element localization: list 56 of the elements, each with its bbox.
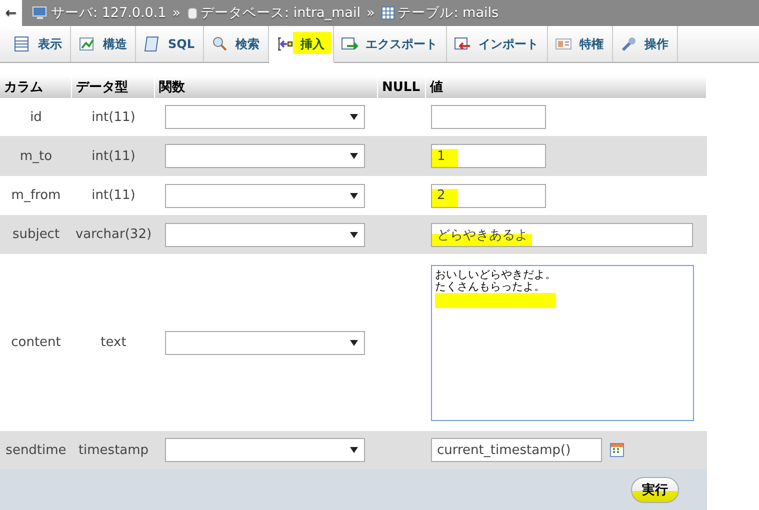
column-name: m_from bbox=[10, 188, 62, 203]
function-select[interactable] bbox=[165, 438, 365, 462]
table-icon bbox=[13, 36, 31, 52]
function-select[interactable] bbox=[165, 144, 365, 168]
function-select[interactable] bbox=[165, 222, 365, 246]
tab[interactable]: 構造 bbox=[71, 26, 136, 62]
dropdown-arrow-icon bbox=[350, 340, 358, 346]
tab[interactable]: 表示 bbox=[6, 26, 71, 62]
value-textarea[interactable]: おいしいどらやきだよ。 たくさんもらったよ。 bbox=[431, 264, 694, 420]
id-card-icon bbox=[554, 36, 572, 52]
data-type: varchar(32) bbox=[74, 227, 153, 242]
tab[interactable]: エクスポート bbox=[334, 26, 446, 62]
breadcrumb-link[interactable]: テーブル: mails bbox=[398, 4, 499, 22]
data-type: int(11) bbox=[90, 148, 136, 164]
scroll-icon bbox=[143, 36, 161, 52]
tab[interactable]: 特権 bbox=[548, 26, 612, 62]
server-icon bbox=[32, 6, 48, 20]
tab[interactable]: インポート bbox=[446, 26, 548, 62]
data-type: timestamp bbox=[77, 442, 150, 458]
table-icon bbox=[380, 6, 395, 20]
search-icon bbox=[210, 36, 228, 52]
data-type: int(11) bbox=[90, 110, 136, 124]
data-type: text bbox=[100, 335, 128, 350]
tab[interactable]: 挿入 bbox=[268, 26, 334, 63]
structure-icon bbox=[78, 36, 96, 52]
column-name: m_to bbox=[18, 148, 54, 164]
column-name: id bbox=[29, 110, 43, 124]
tab[interactable]: 操作 bbox=[612, 26, 678, 62]
breadcrumb-separator: » bbox=[172, 5, 181, 21]
breadcrumb-link[interactable]: サーバ: 127.0.0.1 bbox=[51, 4, 166, 22]
column-name: subject bbox=[11, 227, 61, 242]
column-name: content bbox=[10, 335, 62, 350]
back-button[interactable]: ← bbox=[0, 0, 22, 26]
dropdown-arrow-icon bbox=[350, 447, 358, 453]
value-field[interactable]: current_timestamp() bbox=[431, 438, 602, 462]
value-field[interactable]: 1 bbox=[431, 144, 546, 168]
function-select[interactable] bbox=[165, 330, 365, 354]
breadcrumb-separator: » bbox=[366, 5, 375, 21]
dropdown-arrow-icon bbox=[350, 192, 358, 198]
calendar-icon[interactable] bbox=[610, 443, 624, 457]
tab[interactable]: SQL bbox=[136, 26, 204, 62]
breadcrumb-link[interactable]: データベース: intra_mail bbox=[200, 4, 360, 22]
value-field[interactable] bbox=[431, 105, 546, 129]
dropdown-arrow-icon bbox=[350, 153, 358, 159]
wrench-icon bbox=[620, 36, 638, 52]
insert-icon bbox=[276, 36, 294, 52]
database-icon bbox=[186, 6, 198, 20]
dropdown-arrow-icon bbox=[350, 232, 358, 238]
export-icon bbox=[340, 36, 358, 52]
value-field[interactable]: 2 bbox=[431, 184, 546, 208]
function-select[interactable] bbox=[165, 105, 365, 129]
data-type: int(11) bbox=[90, 188, 136, 203]
column-name: sendtime bbox=[4, 442, 68, 458]
function-select[interactable] bbox=[165, 184, 365, 208]
import-icon bbox=[454, 36, 472, 52]
dropdown-arrow-icon bbox=[350, 114, 358, 120]
